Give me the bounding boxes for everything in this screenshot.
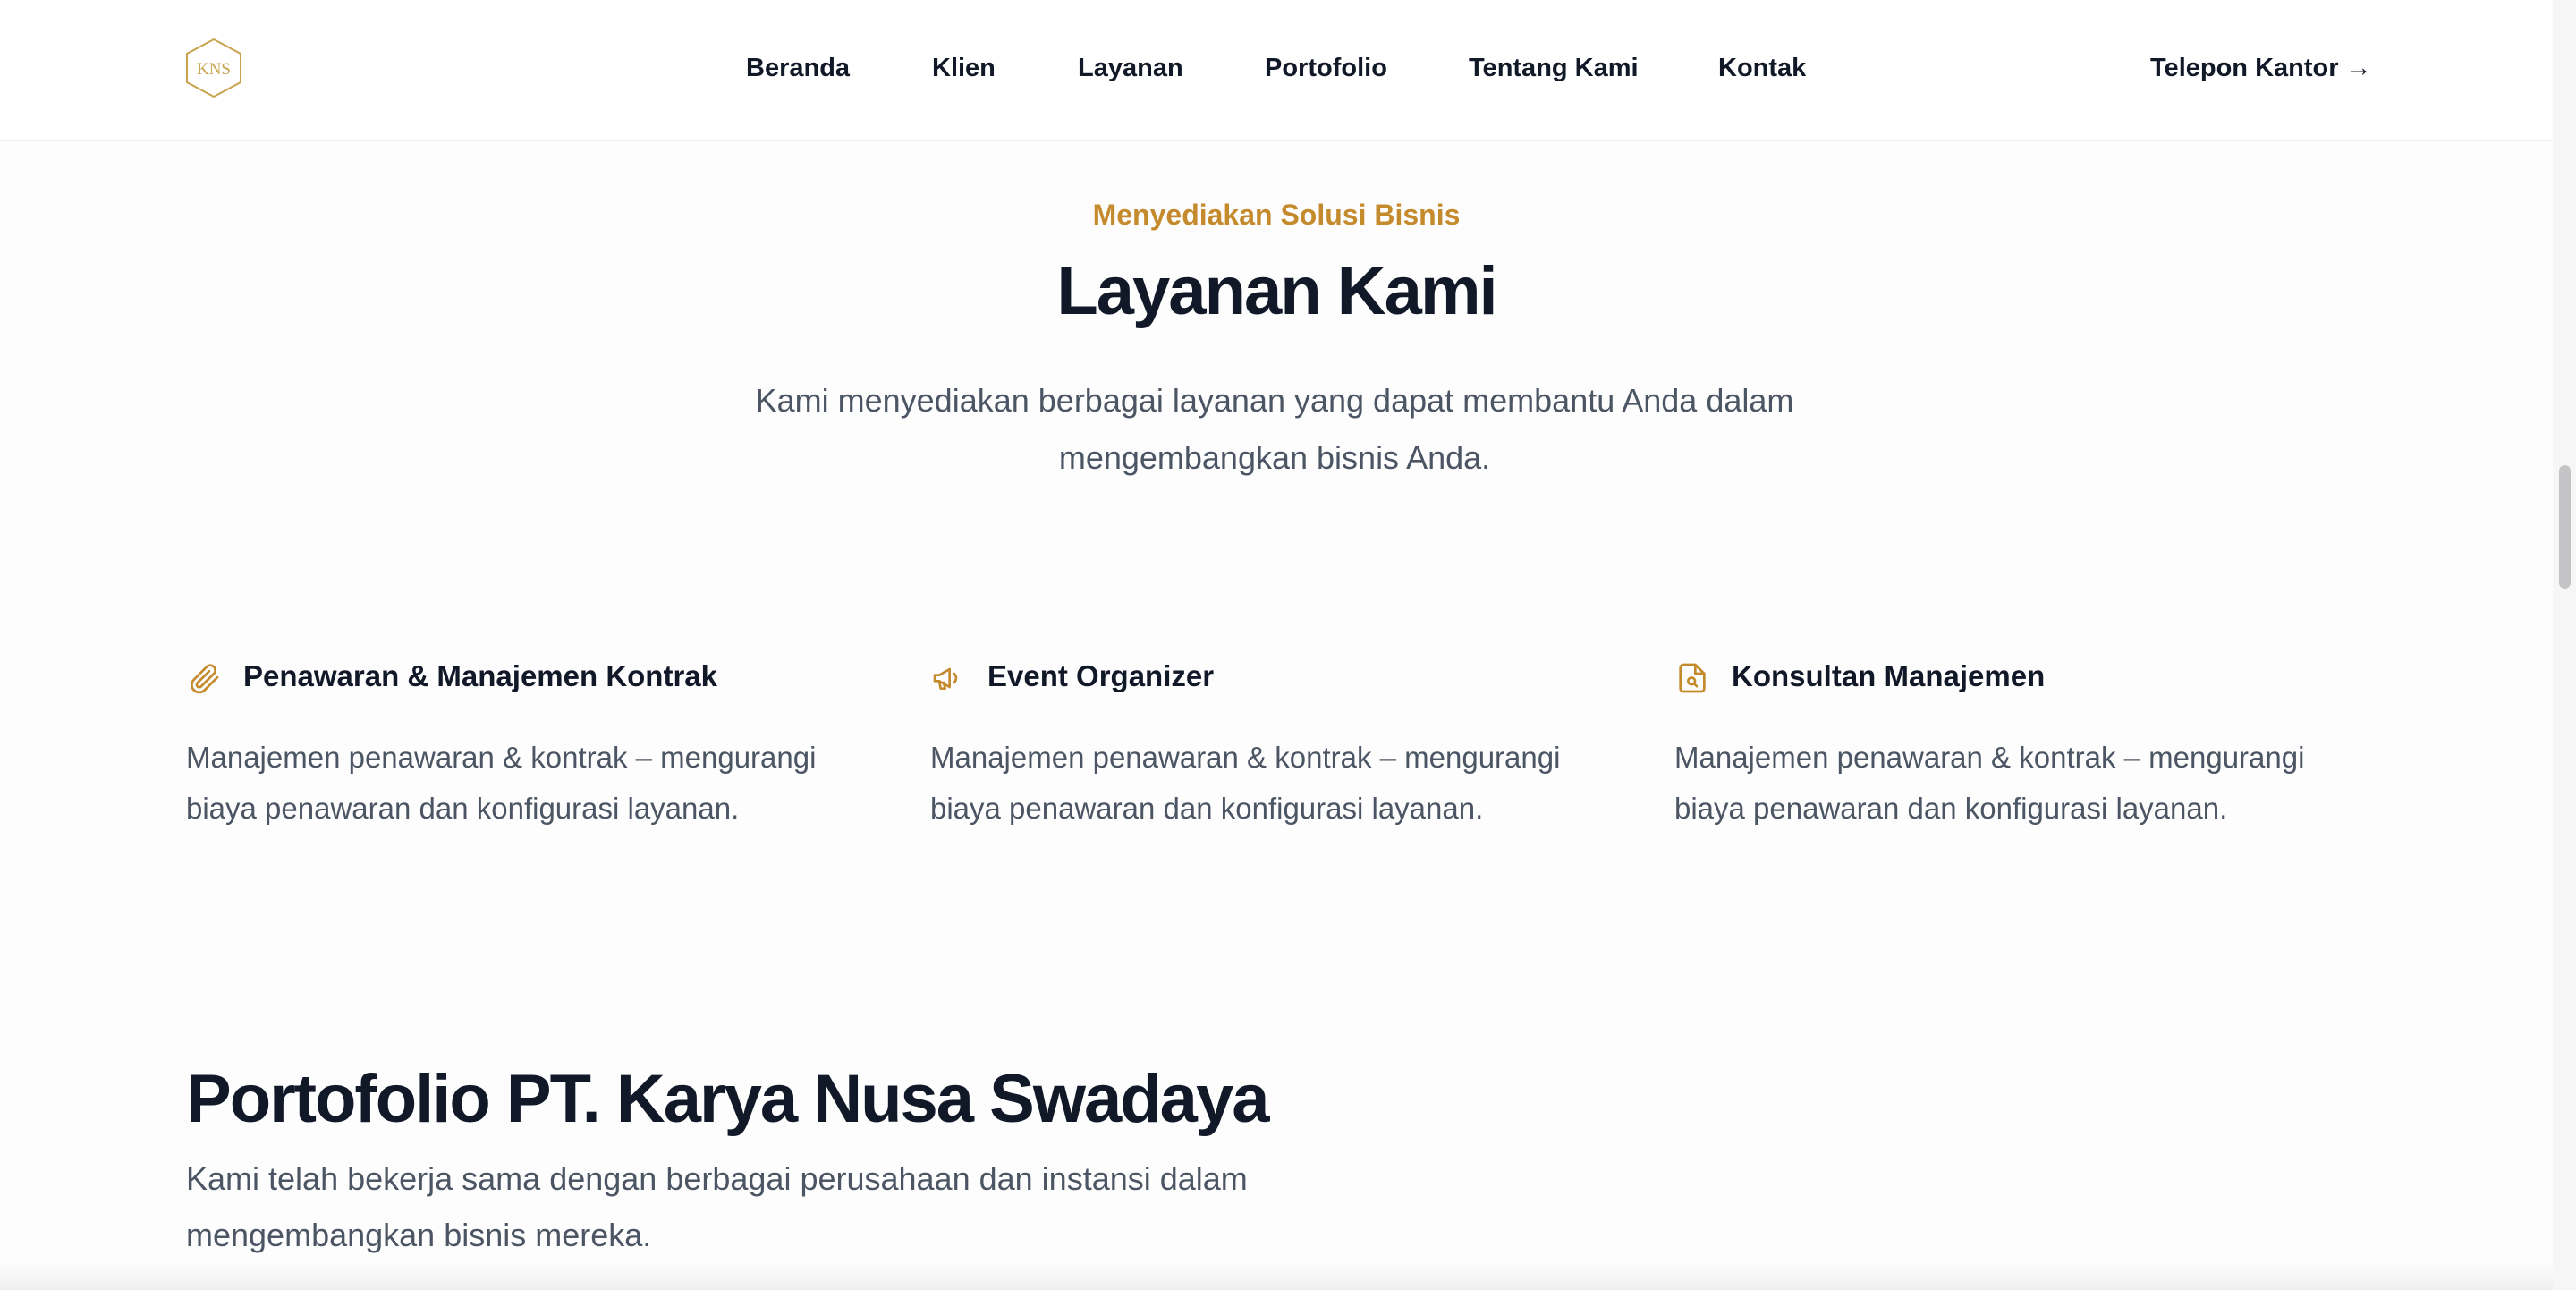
nav-klien[interactable]: Klien — [932, 52, 996, 84]
portfolio-description: Kami telah bekerja sama dengan berbagai … — [186, 1160, 1248, 1253]
service-description: Manajemen penawaran & kontrak – menguran… — [1674, 741, 2305, 825]
service-title: Penawaran & Manajemen Kontrak — [243, 659, 717, 692]
service-title: Event Organizer — [987, 659, 1215, 692]
nav-tentang-kami[interactable]: Tentang Kami — [1469, 52, 1639, 84]
scrollbar-thumb[interactable] — [2559, 465, 2571, 589]
portfolio-title: Portofolio PT. Karya Nusa Swadaya — [186, 1061, 1269, 1137]
page-scrollbar[interactable] — [2553, 0, 2576, 1290]
services-title: Layanan Kami — [1056, 253, 1497, 329]
site-header: KNS Beranda Klien Layanan Portofolio Ten… — [0, 0, 2553, 141]
services-eyebrow: Menyediakan Solusi Bisnis — [1092, 199, 1461, 231]
nav-layanan[interactable]: Layanan — [1078, 52, 1183, 84]
telepon-kantor-link[interactable]: Telepon Kantor → — [2150, 52, 2372, 84]
bottom-fade — [0, 1263, 2553, 1290]
services-description: Kami menyediakan berbagai layanan yang d… — [755, 382, 1794, 476]
paperclip-icon — [186, 660, 222, 696]
document-search-icon — [1674, 660, 1710, 696]
service-description: Manajemen penawaran & kontrak – menguran… — [930, 741, 1561, 825]
nav-portofolio[interactable]: Portofolio — [1265, 52, 1387, 84]
megaphone-icon — [930, 660, 966, 696]
service-description: Manajemen penawaran & kontrak – menguran… — [186, 741, 817, 825]
nav-kontak[interactable]: Kontak — [1718, 52, 1806, 84]
service-title: Konsultan Manajemen — [1732, 659, 2046, 692]
nav-beranda[interactable]: Beranda — [746, 52, 850, 84]
